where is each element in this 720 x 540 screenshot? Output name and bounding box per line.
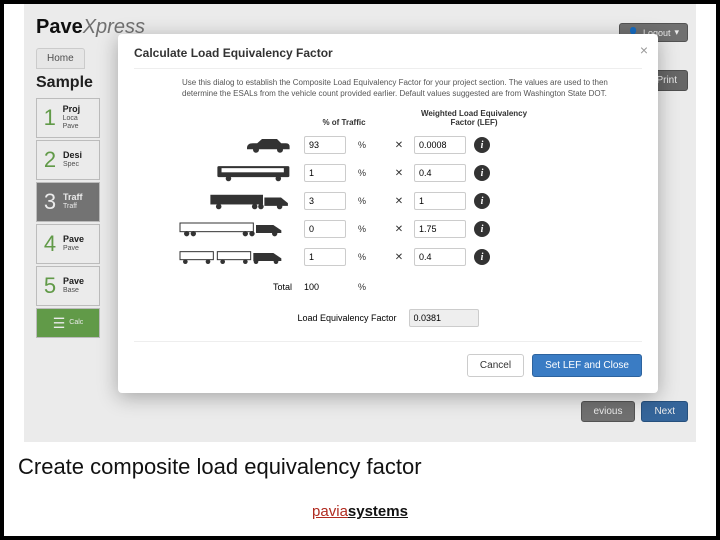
slide-caption: Create composite load equivalency factor — [18, 454, 422, 480]
pct-symbol: % — [354, 140, 384, 150]
pct-input-bus[interactable] — [304, 164, 346, 182]
vehicle-row-double: % ✕ i — [134, 243, 642, 271]
col-lef: Weighted Load Equivalency Factor (LEF) — [414, 109, 534, 127]
lef-modal: × Calculate Load Equivalency Factor Use … — [118, 34, 658, 393]
close-icon[interactable]: × — [640, 42, 648, 58]
lef-input-bus[interactable] — [414, 164, 466, 182]
pct-input-truck[interactable] — [304, 192, 346, 210]
lef-input-car[interactable] — [414, 136, 466, 154]
lef-result-row: Load Equivalency Factor — [134, 309, 642, 327]
modal-title: Calculate Load Equivalency Factor — [134, 46, 642, 69]
pct-symbol: % — [354, 168, 384, 178]
brand-part2: systems — [348, 503, 408, 520]
pct-input-semi[interactable] — [304, 220, 346, 238]
total-label: Total — [134, 282, 304, 292]
col-pct: % of Traffic — [304, 118, 384, 127]
lef-result-value — [409, 309, 479, 327]
vehicle-row-car: % ✕ i — [134, 131, 642, 159]
info-icon[interactable]: i — [474, 249, 490, 265]
pct-symbol: % — [354, 224, 384, 234]
multiply-icon: ✕ — [384, 224, 414, 235]
lef-input-semi[interactable] — [414, 220, 466, 238]
total-pct: 100 — [304, 282, 354, 292]
semi-truck-icon — [134, 221, 304, 237]
pct-symbol: % — [354, 252, 384, 262]
pct-symbol: % — [354, 282, 384, 292]
car-icon — [134, 136, 304, 154]
multiply-icon: ✕ — [384, 140, 414, 151]
vehicle-row-semi: % ✕ i — [134, 215, 642, 243]
lef-input-truck[interactable] — [414, 192, 466, 210]
bus-icon — [134, 164, 304, 182]
lef-result-label: Load Equivalency Factor — [297, 313, 396, 323]
vehicle-row-truck: % ✕ i — [134, 187, 642, 215]
set-lef-button[interactable]: Set LEF and Close — [532, 354, 642, 377]
multiply-icon: ✕ — [384, 252, 414, 263]
double-trailer-icon — [134, 249, 304, 265]
multiply-icon: ✕ — [384, 168, 414, 179]
info-icon[interactable]: i — [474, 165, 490, 181]
multiply-icon: ✕ — [384, 196, 414, 207]
brand-part1: pavia — [312, 503, 348, 520]
cancel-button[interactable]: Cancel — [467, 354, 524, 377]
pct-input-car[interactable] — [304, 136, 346, 154]
info-icon[interactable]: i — [474, 221, 490, 237]
slide-frame: PaveXpress 👤 Logout ▾ Home Sample Save P… — [4, 4, 716, 536]
modal-intro: Use this dialog to establish the Composi… — [134, 77, 642, 99]
modal-footer: Cancel Set LEF and Close — [134, 341, 642, 377]
table-header: % of Traffic Weighted Load Equivalency F… — [134, 109, 642, 127]
pct-input-double[interactable] — [304, 248, 346, 266]
total-row: Total 100 % — [134, 275, 642, 299]
info-icon[interactable]: i — [474, 193, 490, 209]
app-area: PaveXpress 👤 Logout ▾ Home Sample Save P… — [24, 4, 696, 442]
brand-footer: paviasystems — [4, 503, 716, 520]
lef-input-double[interactable] — [414, 248, 466, 266]
vehicle-row-bus: % ✕ i — [134, 159, 642, 187]
info-icon[interactable]: i — [474, 137, 490, 153]
pct-symbol: % — [354, 196, 384, 206]
truck-icon — [134, 192, 304, 210]
